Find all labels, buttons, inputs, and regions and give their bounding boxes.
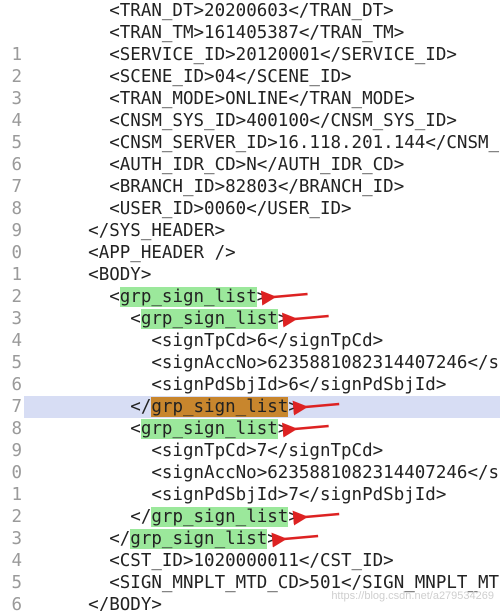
line-number-gutter: 12345678901234567890123456 <box>0 0 24 611</box>
code-line[interactable]: <USER_ID>0060</USER_ID> <box>24 198 500 220</box>
code-line[interactable]: <SERVICE_ID>20120001</SERVICE_ID> <box>24 44 500 66</box>
code-line[interactable]: <signTpCd>7</signTpCd> <box>24 440 500 462</box>
line-number: 5 <box>0 132 24 154</box>
line-number: 8 <box>0 198 24 220</box>
line-number: 5 <box>0 572 24 594</box>
code-line[interactable]: </grp_sign_list> <box>24 396 500 418</box>
line-number <box>0 0 24 22</box>
code-line[interactable]: <SCENE_ID>04</SCENE_ID> <box>24 66 500 88</box>
code-line[interactable]: <signAccNo>6235881082314407246</sig <box>24 462 500 484</box>
code-line[interactable]: </grp_sign_list> <box>24 506 500 528</box>
line-number: 8 <box>0 418 24 440</box>
code-line[interactable]: <signAccNo>6235881082314407246</sig <box>24 352 500 374</box>
line-number: 2 <box>0 506 24 528</box>
code-line[interactable]: <signTpCd>6</signTpCd> <box>24 330 500 352</box>
line-number: 6 <box>0 594 24 611</box>
code-line[interactable]: <grp_sign_list> <box>24 418 500 440</box>
code-line[interactable]: </grp_sign_list> <box>24 528 500 550</box>
line-number: 4 <box>0 110 24 132</box>
code-lines: <TRAN_DT>20200603</TRAN_DT> <TRAN_TM>161… <box>24 0 500 611</box>
line-number: 1 <box>0 44 24 66</box>
line-number: 9 <box>0 220 24 242</box>
line-number: 4 <box>0 550 24 572</box>
code-editor[interactable]: 12345678901234567890123456 <TRAN_DT>2020… <box>0 0 500 611</box>
line-number: 3 <box>0 528 24 550</box>
line-number: 9 <box>0 440 24 462</box>
code-line[interactable]: <grp_sign_list> <box>24 308 500 330</box>
line-number: 3 <box>0 308 24 330</box>
line-number <box>0 22 24 44</box>
code-line[interactable]: <CST_ID>1020000011</CST_ID> <box>24 550 500 572</box>
code-line[interactable]: <BODY> <box>24 264 500 286</box>
line-number: 2 <box>0 286 24 308</box>
line-number: 6 <box>0 374 24 396</box>
watermark-text: https://blog.csdn.net/a279534269 <box>331 585 494 607</box>
line-number: 6 <box>0 154 24 176</box>
code-line[interactable]: <TRAN_MODE>ONLINE</TRAN_MODE> <box>24 88 500 110</box>
code-line[interactable]: </SYS_HEADER> <box>24 220 500 242</box>
line-number: 7 <box>0 176 24 198</box>
line-number: 5 <box>0 352 24 374</box>
code-line[interactable]: <CNSM_SERVER_ID>16.118.201.144</CNSM_SER <box>24 132 500 154</box>
code-line[interactable]: <BRANCH_ID>82803</BRANCH_ID> <box>24 176 500 198</box>
code-line[interactable]: <grp_sign_list> <box>24 286 500 308</box>
line-number: 7 <box>0 396 24 418</box>
code-line[interactable]: <TRAN_DT>20200603</TRAN_DT> <box>24 0 500 22</box>
line-number: 3 <box>0 88 24 110</box>
code-line[interactable]: <signPdSbjId>7</signPdSbjId> <box>24 484 500 506</box>
code-line[interactable]: <AUTH_IDR_CD>N</AUTH_IDR_CD> <box>24 154 500 176</box>
line-number: 0 <box>0 462 24 484</box>
code-line[interactable]: <APP_HEADER /> <box>24 242 500 264</box>
code-line[interactable]: <TRAN_TM>161405387</TRAN_TM> <box>24 22 500 44</box>
line-number: 1 <box>0 484 24 506</box>
line-number: 0 <box>0 242 24 264</box>
line-number: 2 <box>0 66 24 88</box>
code-line[interactable]: <CNSM_SYS_ID>400100</CNSM_SYS_ID> <box>24 110 500 132</box>
line-number: 4 <box>0 330 24 352</box>
line-number: 1 <box>0 264 24 286</box>
code-area[interactable]: <TRAN_DT>20200603</TRAN_DT> <TRAN_TM>161… <box>24 0 500 611</box>
code-line[interactable]: <signPdSbjId>6</signPdSbjId> <box>24 374 500 396</box>
